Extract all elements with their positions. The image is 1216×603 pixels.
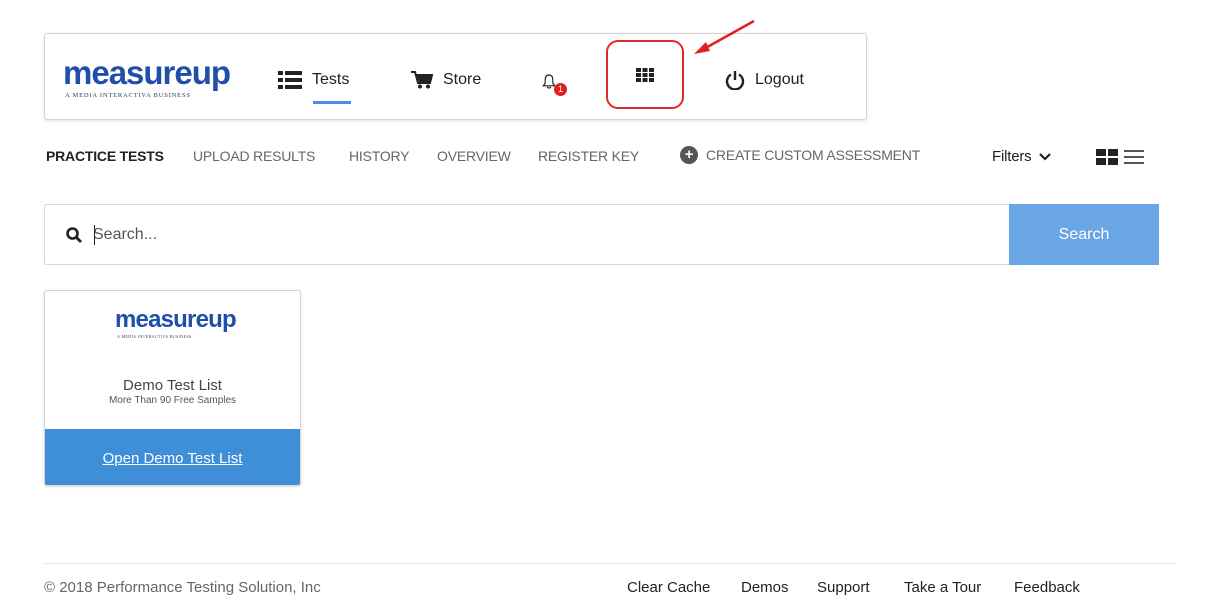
cart-icon xyxy=(411,71,433,89)
list-view-icon[interactable] xyxy=(1124,149,1144,165)
footer-link-support[interactable]: Support xyxy=(817,579,870,596)
nav-tests-label: Tests xyxy=(312,71,350,88)
submenu-history[interactable]: HISTORY xyxy=(349,148,410,164)
measureup-logo[interactable]: measureup A MEDIA INTERACTIVA BUSINESS xyxy=(63,56,243,106)
search-button[interactable]: Search xyxy=(1009,204,1159,265)
search-input[interactable] xyxy=(93,220,993,250)
chevron-down-icon xyxy=(1039,152,1052,161)
create-custom-assessment[interactable]: + CREATE CUSTOM ASSESSMENT xyxy=(680,146,920,164)
notifications-button[interactable]: 1 xyxy=(542,64,567,100)
active-tab-indicator xyxy=(313,101,351,104)
card-title: Demo Test List xyxy=(123,377,222,394)
footer-link-take-a-tour[interactable]: Take a Tour xyxy=(904,579,981,596)
footer-link-demos[interactable]: Demos xyxy=(741,579,789,596)
footer-link-clear-cache[interactable]: Clear Cache xyxy=(627,579,710,596)
nav-store[interactable]: Store xyxy=(411,62,481,98)
filters-label: Filters xyxy=(992,148,1032,165)
submenu-practice-tests[interactable]: PRACTICE TESTS xyxy=(46,148,164,164)
card-logo-tagline: A MEDIA INTERACTIVA BUSINESS xyxy=(117,334,192,339)
power-icon xyxy=(725,71,745,90)
logo-wordmark: measureup xyxy=(63,54,231,91)
apps-grid-button[interactable] xyxy=(606,40,684,109)
card-logo: measureup A MEDIA INTERACTIVA BUSINESS xyxy=(115,306,237,340)
submenu-register-key[interactable]: REGISTER KEY xyxy=(538,148,639,164)
plus-circle-icon: + xyxy=(680,146,698,164)
annotation-arrow-icon xyxy=(694,19,755,54)
search-bar: Search xyxy=(44,204,1159,265)
search-icon xyxy=(66,227,82,243)
demo-test-card: measureup A MEDIA INTERACTIVA BUSINESS D… xyxy=(44,290,301,486)
card-subtitle: More Than 90 Free Samples xyxy=(108,395,237,406)
nav-store-label: Store xyxy=(443,71,482,88)
card-footer: Open Demo Test List xyxy=(45,429,300,485)
create-custom-label: CREATE CUSTOM ASSESSMENT xyxy=(706,147,921,163)
copyright-text: © 2018 Performance Testing Solution, Inc xyxy=(44,579,321,596)
grid-view-icon[interactable] xyxy=(1096,149,1118,165)
logo-tagline: A MEDIA INTERACTIVA BUSINESS xyxy=(65,92,191,99)
text-caret xyxy=(94,225,95,245)
submenu-upload-results[interactable]: UPLOAD RESULTS xyxy=(193,148,315,164)
list-icon xyxy=(278,71,302,89)
filters-dropdown[interactable]: Filters xyxy=(992,148,1052,165)
view-toggle xyxy=(1096,149,1144,165)
open-demo-test-list-link[interactable]: Open Demo Test List xyxy=(103,450,243,467)
footer-link-feedback[interactable]: Feedback xyxy=(1014,579,1080,596)
logout-button[interactable]: Logout xyxy=(725,62,804,98)
apps-grid-icon xyxy=(636,67,654,82)
nav-tests[interactable]: Tests xyxy=(278,62,351,104)
logout-label: Logout xyxy=(755,71,804,88)
submenu-overview[interactable]: OVERVIEW xyxy=(437,148,511,164)
card-logo-wordmark: measureup xyxy=(115,306,237,333)
footer-divider xyxy=(44,563,1177,564)
notification-badge: 1 xyxy=(554,83,567,96)
